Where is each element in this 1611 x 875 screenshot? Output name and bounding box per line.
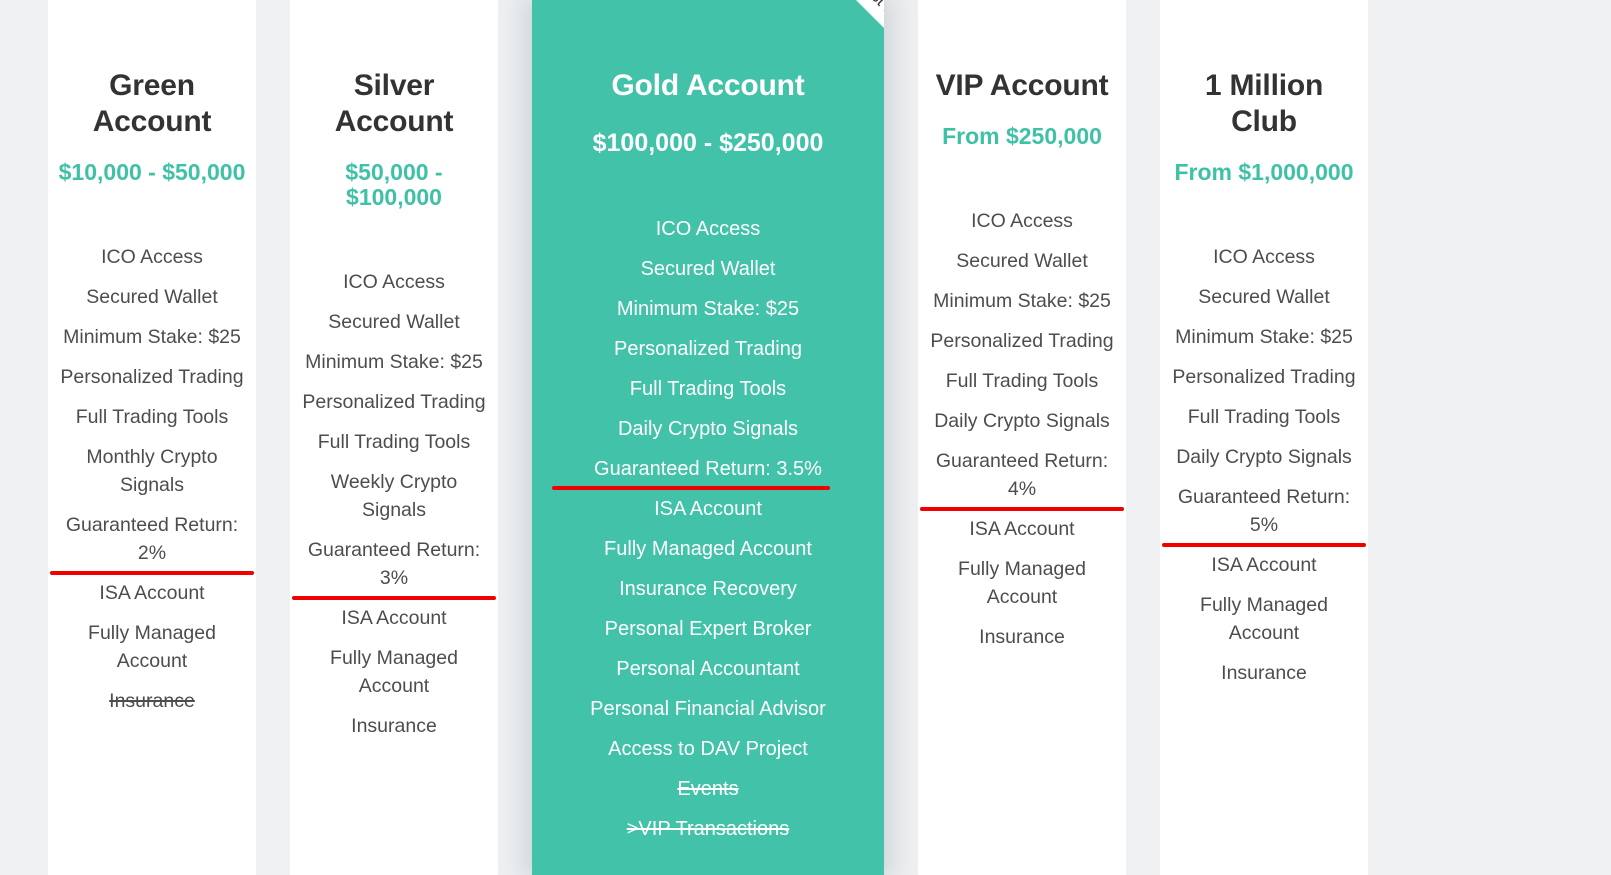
feature-item: Full Trading Tools <box>945 370 1099 392</box>
plan-price: From $1,000,000 <box>1174 159 1354 185</box>
ribbon-band: Best match <box>802 0 884 96</box>
feature-item: ICO Access <box>971 210 1073 232</box>
ribbon-label: Best match <box>853 0 884 46</box>
plan-gap <box>256 0 290 875</box>
feature-item: Insurance <box>351 715 437 737</box>
feature-item: Personalized Trading <box>302 391 486 413</box>
plan-price: $50,000 - $100,000 <box>345 159 443 210</box>
plan-card-green-account[interactable]: Green Account $10,000 - $50,000 ICO Access… <box>48 0 256 875</box>
plan-feature-list: ICO Access Secured Wallet Minimum Stake: $… <box>50 243 254 715</box>
feature-item: Full Trading Tools <box>1187 406 1341 428</box>
feature-item: Personal Accountant <box>616 658 800 680</box>
feature-item: Fully Managed Account <box>958 558 1086 608</box>
plan-card-gold-account[interactable]: Best matchGold Account$100,000 - $250,00… <box>532 0 884 875</box>
feature-item: Minimum Stake: $25 <box>933 290 1111 312</box>
feature-item: ICO Access <box>1213 246 1315 268</box>
plan-feature-list: ICO Access Secured Wallet Minimum Stake: $… <box>292 268 496 740</box>
feature-item: Fully Managed Account <box>1200 594 1328 644</box>
feature-item: Guaranteed Return: 2% <box>50 511 254 575</box>
feature-item: Full Trading Tools <box>75 406 229 428</box>
feature-item: Secured Wallet <box>86 286 218 308</box>
feature-item: Secured Wallet <box>956 250 1088 272</box>
plan-card-silver-account[interactable]: Silver Account $50,000 - $100,000 ICO Acce… <box>290 0 498 875</box>
feature-item: Minimum Stake: $25 <box>1175 326 1353 348</box>
feature-item: Monthly Crypto Signals <box>86 446 218 496</box>
feature-item: Fully Managed Account <box>88 622 216 672</box>
feature-item: Insurance Recovery <box>619 578 797 600</box>
feature-item: Daily Crypto Signals <box>934 410 1110 432</box>
plan-title: 1 Million Club <box>1204 69 1324 138</box>
feature-item: Guaranteed Return: 5% <box>1162 483 1366 547</box>
feature-item: Personalized Trading <box>930 330 1114 352</box>
feature-item: Guaranteed Return: 4% <box>920 447 1124 511</box>
plan-title: Green Account <box>92 69 212 138</box>
feature-item: Secured Wallet <box>1198 286 1330 308</box>
feature-item: Personalized Trading <box>614 338 802 360</box>
feature-item: ICO Access <box>655 218 761 240</box>
feature-item: Insurance <box>979 626 1065 648</box>
plan-price: $10,000 - $50,000 <box>58 159 246 185</box>
feature-item: ISA Account <box>1211 554 1317 576</box>
feature-item: ISA Account <box>654 498 762 520</box>
feature-item: Fully Managed Account <box>604 538 812 560</box>
feature-item: Secured Wallet <box>328 311 460 333</box>
feature-item: Minimum Stake: $25 <box>305 351 483 373</box>
plan-feature-list: ICO Access Secured Wallet Minimum Stake: $… <box>546 215 870 844</box>
plan-gap <box>1126 0 1160 875</box>
feature-item: Minimum Stake: $25 <box>63 326 241 348</box>
feature-item: ICO Access <box>101 246 203 268</box>
feature-item: Guaranteed Return: 3% <box>292 536 496 600</box>
plan-price: $100,000 - $250,000 <box>592 129 824 157</box>
plan-feature-list: ICO Access Secured Wallet Minimum Stake: $… <box>1162 243 1366 687</box>
plan-title: VIP Account <box>935 69 1109 102</box>
plan-header: Green Account $10,000 - $50,000 <box>56 0 248 185</box>
plan-gap <box>498 0 532 875</box>
plan-header: 1 Million Club From $1,000,000 <box>1168 0 1360 185</box>
plan-card-vip-account[interactable]: VIP Account From $250,000 ICO Access Secure… <box>918 0 1126 875</box>
feature-item: Access to DAV Project <box>608 738 808 760</box>
plan-price: From $250,000 <box>942 123 1102 149</box>
feature-item: Weekly Crypto Signals <box>330 471 458 521</box>
feature-item: ICO Access <box>343 271 445 293</box>
plan-feature-list: ICO Access Secured Wallet Minimum Stake: $… <box>920 207 1124 651</box>
feature-item: Personal Expert Broker <box>604 618 812 640</box>
feature-item: ISA Account <box>341 607 447 629</box>
feature-item: Daily Crypto Signals <box>617 418 799 440</box>
plan-header: VIP Account From $250,000 <box>926 0 1118 149</box>
feature-item: Daily Crypto Signals <box>1176 446 1352 468</box>
feature-item: Insurance <box>1221 662 1307 684</box>
feature-item: Personal Financial Advisor <box>590 698 826 720</box>
best-match-ribbon-icon: Best match <box>778 0 884 106</box>
feature-item: Events <box>677 778 739 800</box>
feature-item: Full Trading Tools <box>629 378 787 400</box>
plan-card-one-million-club[interactable]: 1 Million Club From $1,000,000 ICO Access S… <box>1160 0 1368 875</box>
feature-item: Insurance <box>109 690 195 712</box>
feature-item: ISA Account <box>969 518 1075 540</box>
feature-item: Personalized Trading <box>60 366 244 388</box>
feature-item: Secured Wallet <box>640 258 776 280</box>
feature-item: Fully Managed Account <box>330 647 458 697</box>
plan-title: Silver Account <box>334 69 454 138</box>
feature-item: ISA Account <box>99 582 205 604</box>
feature-item: >VIP Transactions <box>626 818 790 840</box>
pricing-table: Green Account $10,000 - $50,000 ICO Access… <box>0 0 1611 875</box>
plan-header: Silver Account $50,000 - $100,000 <box>298 0 490 210</box>
feature-item: Personalized Trading <box>1172 366 1356 388</box>
feature-item: Full Trading Tools <box>317 431 471 453</box>
feature-item: Minimum Stake: $25 <box>616 298 800 320</box>
plan-gap <box>884 0 918 875</box>
feature-item: Guaranteed Return: 3.5% <box>546 455 870 490</box>
